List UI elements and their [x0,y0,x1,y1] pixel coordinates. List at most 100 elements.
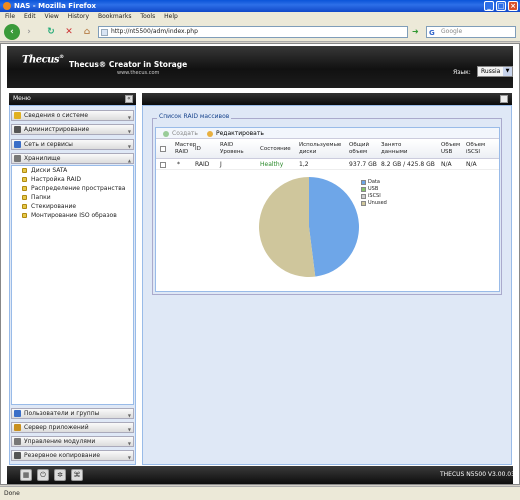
sidebar-item-app-server[interactable]: Сервер приложений ▼ [11,422,134,433]
search-placeholder: Google [441,28,463,35]
sidebar-subitem-raid[interactable]: Настройка RAID [22,175,81,184]
col-raid-level[interactable]: RAID Уровень [220,142,244,156]
users-icon [14,410,21,417]
col-iscsi[interactable]: Объем iSCSI [466,142,485,156]
header-tagline: Thecus® Creator in Storage [69,60,188,69]
stop-icon[interactable]: ✕ [62,25,76,39]
address-text: http://nt5500/adm/index.php [111,28,198,35]
collapse-icon[interactable]: « [125,95,133,103]
col-disks[interactable]: Используемые диски [299,142,341,156]
cell-master: * [177,161,180,168]
col-usb[interactable]: Объем USB [441,142,460,156]
disk-icon [22,177,27,182]
legend-swatch [361,187,366,192]
home-icon[interactable]: ⌂ [80,25,94,39]
expand-icon: ▼ [127,441,131,446]
language-label: Язык: [453,69,471,76]
collapse-icon: ▲ [127,158,131,163]
sidebar-subitem-stacking[interactable]: Стекирование [22,202,76,211]
sidebar-item-administration[interactable]: Администрирование ▼ [11,124,134,135]
content-header [142,93,512,105]
firefox-icon [3,2,11,10]
maximize-button[interactable]: □ [496,1,506,11]
disk-icon [22,213,27,218]
chevron-down-icon: ▼ [503,67,512,76]
search-input[interactable]: G Google [426,26,516,38]
sidebar-header: Меню « [9,93,136,105]
sidebar-item-network[interactable]: Сеть и сервисы ▼ [11,139,134,150]
edit-icon [207,131,213,137]
page-icon [101,29,108,36]
sidebar-item-users[interactable]: Пользователи и группы ▼ [11,408,134,419]
col-id[interactable]: ID [195,146,201,153]
minimize-button[interactable]: _ [484,1,494,11]
language-value: Russia [481,68,501,75]
go-arrow-icon[interactable]: ➜ [412,27,419,36]
disk-icon [22,186,27,191]
menu-history[interactable]: History [68,13,89,20]
menu-view[interactable]: View [45,13,59,20]
info-icon [14,112,21,119]
sidebar-item-system-info[interactable]: Сведения о системе ▼ [11,110,134,121]
sidebar-subitem-sata[interactable]: Диски SATA [22,166,67,175]
sidebar-item-modules[interactable]: Управление модулями ▼ [11,436,134,447]
address-bar[interactable]: http://nt5500/adm/index.php [98,26,408,38]
app-server-icon [14,424,21,431]
create-button[interactable]: Создать [163,130,198,138]
forward-arrow-icon[interactable]: › [22,25,36,39]
back-arrow-icon[interactable]: ‹ [4,24,20,40]
menu-file[interactable]: File [5,13,15,20]
header-site: www.thecus.com [117,70,160,76]
col-status[interactable]: Состояние [260,146,291,153]
col-used[interactable]: Занято данными [381,142,407,156]
status-text: Done [4,490,20,497]
cell-total: 937.7 GB [349,161,377,168]
sidebar-subitem-iso[interactable]: Монтирование ISO образов [22,211,117,220]
google-icon: G [429,29,435,37]
sidebar-item-label: Администрирование [24,126,90,133]
network-icon[interactable]: ⌘ [71,469,83,481]
firmware-version: THECUS N5500 V3.00.03 [440,471,515,478]
cell-level: J [220,161,222,168]
col-total[interactable]: Общий объем [349,142,369,156]
sidebar-item-label: Пользователи и группы [24,410,100,417]
language-select[interactable]: Russia ▼ [477,66,513,77]
legend-label: Data [368,179,380,185]
raid-usage-pie-chart [259,177,360,277]
cell-disks: 1,2 [299,161,309,168]
legend-item-usb: USB [361,186,378,193]
pie-slice-unused [259,177,316,277]
backup-icon [14,452,21,459]
sidebar-item-label: Резервное копирование [24,452,101,459]
sidebar-item-label: Управление модулями [24,438,96,445]
row-checkbox[interactable] [160,162,166,168]
edit-button[interactable]: Редактировать [207,130,264,138]
legend-item-iscsi: iSCSI [361,193,381,200]
legend-item-unused: Unused [361,200,387,207]
power-icon[interactable]: ⏻ [37,469,49,481]
sidebar-item-backup[interactable]: Резервное копирование ▼ [11,450,134,461]
sidebar-subitem-folders[interactable]: Папки [22,193,51,202]
sidebar-item-label: Хранилище [24,155,61,162]
sidebar-item-storage[interactable]: Хранилище ▲ [11,153,134,164]
pie-slice-data [309,177,360,277]
fan-icon[interactable]: ✲ [54,469,66,481]
expand-icon: ▼ [127,455,131,460]
expand-icon: ▼ [127,413,131,418]
sidebar-subitem-space[interactable]: Распределение пространства [22,184,125,193]
menu-edit[interactable]: Edit [24,13,36,20]
col-master-raid[interactable]: Мастер RAID [175,142,196,156]
storage-icon [14,155,21,162]
menu-tools[interactable]: Tools [140,13,155,20]
close-button[interactable]: × [508,1,518,11]
legend-swatch [361,180,366,185]
help-icon[interactable] [500,95,508,103]
disk-icon [22,168,27,173]
calculator-icon[interactable]: ▦ [20,469,32,481]
menu-help[interactable]: Help [164,13,178,20]
select-all-checkbox[interactable] [160,146,166,152]
window-title: NAS - Mozilla Firefox [14,2,97,10]
menu-bar: File Edit View History Bookmarks Tools H… [0,12,520,22]
reload-icon[interactable]: ↻ [44,25,58,39]
menu-bookmarks[interactable]: Bookmarks [98,13,132,20]
